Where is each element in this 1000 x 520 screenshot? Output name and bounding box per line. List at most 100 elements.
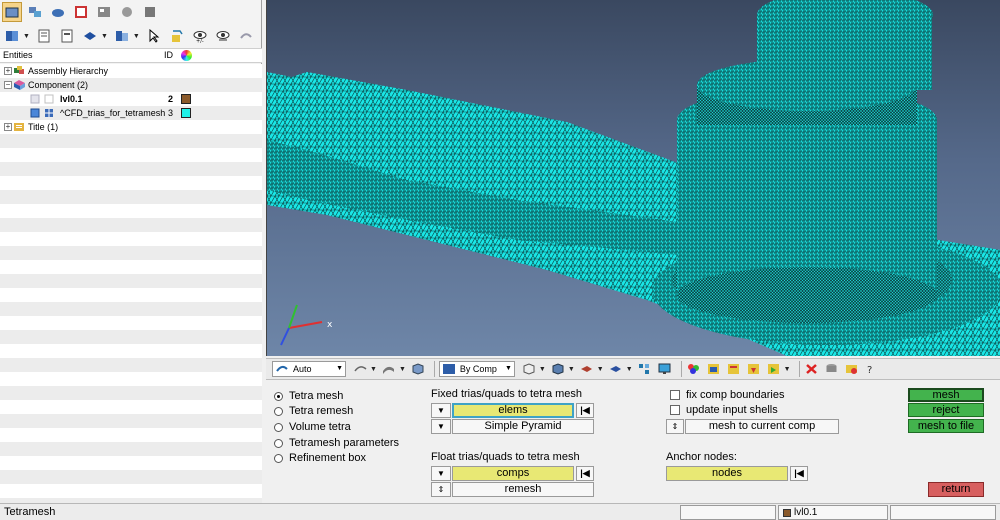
return-button[interactable]: return	[928, 482, 984, 497]
report-icon[interactable]	[726, 361, 742, 377]
reference-geometry-icon[interactable]	[117, 2, 137, 22]
status-field-empty[interactable]	[680, 505, 776, 520]
comps-selector-dropdown[interactable]: ▼	[431, 466, 451, 481]
cursor-icon[interactable]	[144, 26, 164, 46]
eye-icon[interactable]	[213, 26, 233, 46]
component-color-icon[interactable]	[686, 361, 702, 377]
tree-row-title[interactable]: + Title (1)	[0, 120, 262, 134]
radio-dot[interactable]	[274, 438, 283, 448]
radio-dot[interactable]	[274, 406, 283, 416]
color-swatch[interactable]	[181, 108, 191, 118]
entity-display-icon[interactable]	[167, 26, 187, 46]
monitor-icon[interactable]	[657, 361, 673, 377]
title-icon	[14, 123, 24, 131]
tree-row-component[interactable]: − Component (2)	[0, 78, 262, 92]
radio-tetra-remesh[interactable]: Tetra remesh	[274, 404, 353, 418]
remesh-toggle-arrows[interactable]: ⇕	[431, 482, 451, 497]
mask-browser-icon[interactable]	[48, 2, 68, 22]
elems-collector[interactable]: elems	[452, 403, 574, 418]
expand-icon[interactable]: +	[4, 123, 12, 131]
nodes-collector[interactable]: nodes	[666, 466, 788, 481]
expand-icon[interactable]: +	[4, 67, 12, 75]
svg-text:x: x	[327, 320, 333, 330]
component-view-icon[interactable]	[2, 26, 22, 46]
elems-reset-button[interactable]: |◀	[576, 403, 594, 418]
solid-icon[interactable]	[410, 361, 426, 377]
help-icon[interactable]: ?	[864, 361, 880, 377]
elems-selector-dropdown[interactable]: ▼	[431, 403, 451, 418]
fix-comp-boundaries-checkbox[interactable]: fix comp boundaries	[670, 389, 784, 401]
delete-icon[interactable]	[804, 361, 820, 377]
chevron-down-icon[interactable]: ▼	[568, 366, 575, 373]
element-feature-icon[interactable]	[579, 361, 595, 377]
chevron-down-icon[interactable]: ▼	[23, 33, 30, 40]
chevron-down-icon[interactable]: ▼	[370, 366, 377, 373]
results-icon[interactable]	[71, 2, 91, 22]
color-wheel-icon[interactable]	[181, 50, 192, 61]
reverse-display-icon[interactable]: +/-	[190, 26, 210, 46]
radio-dot[interactable]	[274, 453, 283, 463]
tree-label: ^CFD_trias_for_tetramesh	[60, 108, 166, 118]
select-icon[interactable]	[112, 26, 132, 46]
element-shaded-icon[interactable]	[550, 361, 566, 377]
comps-reset-button[interactable]: |◀	[576, 466, 594, 481]
mesh-to-current-comp-toggle[interactable]: mesh to current comp	[685, 419, 839, 434]
show-icon[interactable]	[80, 26, 100, 46]
nodes-reset-button[interactable]: |◀	[790, 466, 808, 481]
chevron-down-icon[interactable]: ▼	[597, 366, 604, 373]
collapse-icon[interactable]: −	[4, 81, 12, 89]
surface-icon[interactable]	[381, 361, 397, 377]
display-mode-select[interactable]: Auto ▼	[272, 361, 346, 377]
model-browser-icon[interactable]	[2, 2, 22, 22]
pyramid-option-dropdown[interactable]: ▼	[431, 419, 451, 434]
show-comp-icon[interactable]	[706, 361, 722, 377]
chevron-down-icon[interactable]: ▼	[626, 366, 633, 373]
radio-dot[interactable]	[274, 391, 283, 401]
utility-icon[interactable]	[140, 2, 160, 22]
isolate-icon[interactable]	[57, 26, 77, 46]
radio-volume-tetra[interactable]: Volume tetra	[274, 420, 351, 434]
graphics-viewport[interactable]: x	[266, 0, 1000, 356]
current-component-field[interactable]: lvl0.1	[778, 505, 888, 520]
mesh-button[interactable]: mesh	[908, 388, 984, 402]
organize-icon[interactable]	[766, 361, 782, 377]
chevron-down-icon[interactable]: ▼	[539, 366, 546, 373]
tree-row-comp1[interactable]: lvl0.1 2	[0, 92, 262, 106]
mesh-to-file-button[interactable]: mesh to file	[908, 419, 984, 433]
checkbox-box[interactable]	[670, 405, 680, 415]
undo-icon[interactable]	[236, 26, 256, 46]
mesh-destination-arrows[interactable]: ⇕	[666, 419, 684, 434]
comps-collector[interactable]: comps	[452, 466, 574, 481]
status-message: Tetramesh	[4, 506, 56, 518]
wireframe-icon[interactable]	[352, 361, 368, 377]
radio-refinement-box[interactable]: Refinement box	[274, 451, 366, 465]
radio-dot[interactable]	[274, 422, 283, 432]
status-field-empty-2[interactable]	[890, 505, 996, 520]
assembly-view-icon[interactable]	[34, 26, 54, 46]
shrink-icon[interactable]	[608, 361, 624, 377]
session-icon[interactable]	[94, 2, 114, 22]
color-mode-select[interactable]: By Comp ▼	[438, 361, 515, 377]
chevron-down-icon[interactable]: ▼	[399, 366, 406, 373]
radio-tetra-mesh[interactable]: Tetra mesh	[274, 389, 343, 403]
checkbox-box[interactable]	[670, 390, 680, 400]
entity-browser-icon[interactable]	[25, 2, 45, 22]
fold-icon[interactable]	[844, 361, 860, 377]
chevron-down-icon[interactable]: ▼	[784, 366, 791, 373]
simple-pyramid-toggle[interactable]: Simple Pyramid	[452, 419, 594, 434]
tree-row-assembly[interactable]: + Assembly Hierarchy	[0, 64, 262, 78]
id-column-header[interactable]: ID	[164, 49, 173, 62]
chevron-down-icon[interactable]: ▼	[101, 33, 108, 40]
node-display-icon[interactable]	[637, 361, 653, 377]
radio-tetramesh-parameters[interactable]: Tetramesh parameters	[274, 436, 399, 450]
cylinder-icon[interactable]	[824, 361, 840, 377]
tree-row-comp2[interactable]: ^CFD_trias_for_tetramesh 3	[0, 106, 262, 120]
reject-button[interactable]: reject	[908, 403, 984, 417]
chevron-down-icon[interactable]: ▼	[133, 33, 140, 40]
color-swatch[interactable]	[181, 94, 191, 104]
mesh-element-icon[interactable]	[521, 361, 537, 377]
entities-column-header[interactable]: Entities	[3, 49, 33, 62]
remesh-toggle[interactable]: remesh	[452, 482, 594, 497]
update-input-shells-checkbox[interactable]: update input shells	[670, 404, 778, 416]
download-icon[interactable]	[746, 361, 762, 377]
